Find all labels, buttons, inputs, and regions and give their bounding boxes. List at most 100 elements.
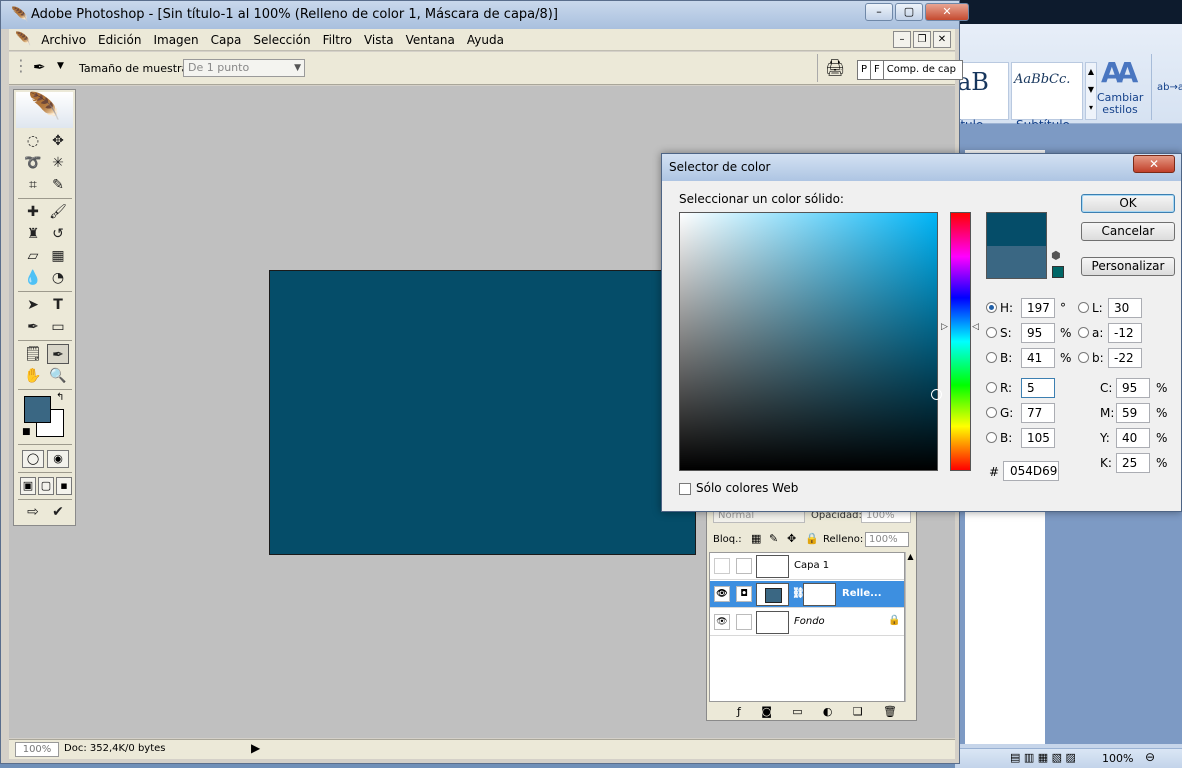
style-gallery-scroll[interactable]: ▲ ▼ ▾ bbox=[1085, 62, 1097, 120]
menu-archivo[interactable]: Archivo bbox=[35, 33, 92, 47]
marquee-tool-icon[interactable]: ◌ bbox=[22, 131, 44, 151]
green-radio[interactable] bbox=[986, 407, 997, 418]
hue-input[interactable]: 197 bbox=[1021, 298, 1055, 318]
foreground-color-swatch[interactable] bbox=[24, 396, 51, 423]
new-group-icon[interactable]: ▭ bbox=[792, 705, 802, 719]
sample-size-select[interactable]: De 1 punto ▼ bbox=[183, 59, 305, 77]
lock-position-icon[interactable]: ✥ bbox=[787, 532, 796, 545]
layer-row-capa-1[interactable]: Capa 1 bbox=[710, 553, 904, 580]
layers-scrollbar[interactable]: ▲ bbox=[905, 552, 915, 702]
change-styles-icon[interactable]: AA bbox=[1101, 56, 1138, 89]
new-adjustment-layer-icon[interactable]: ◐ bbox=[823, 705, 833, 719]
pen-tool-icon[interactable]: ✒ bbox=[22, 317, 44, 337]
doc-restore-button[interactable]: ❐ bbox=[913, 31, 931, 48]
layer-row-fondo[interactable]: 👁 Fondo 🔒 bbox=[710, 609, 904, 636]
document-canvas[interactable] bbox=[269, 270, 696, 555]
eyedropper-icon[interactable]: ✒ bbox=[33, 58, 46, 76]
layer-style-icon[interactable]: ƒ bbox=[737, 705, 741, 719]
jump-to-imageready-icon[interactable]: ⇨ bbox=[22, 502, 44, 522]
blur-tool-icon[interactable]: 💧 bbox=[22, 268, 44, 288]
notes-tool-icon[interactable]: 🗒 bbox=[22, 344, 44, 364]
current-color-swatch[interactable] bbox=[986, 246, 1047, 279]
menu-imagen[interactable]: Imagen bbox=[147, 33, 204, 47]
cyan-input[interactable]: 95 bbox=[1116, 378, 1150, 398]
view-buttons-icon[interactable]: ▤ ▥ ▦ ▧ ▨ bbox=[1010, 751, 1076, 764]
magic-wand-tool-icon[interactable]: ✳ bbox=[47, 153, 69, 173]
swap-colors-icon[interactable]: ↰ bbox=[56, 392, 64, 403]
blue-input[interactable]: 105 bbox=[1021, 428, 1055, 448]
new-layer-icon[interactable]: ❑ bbox=[853, 705, 863, 719]
history-brush-tool-icon[interactable]: ↺ bbox=[47, 224, 69, 244]
gradient-tool-icon[interactable]: ▦ bbox=[47, 246, 69, 266]
layer-row-fill-color[interactable]: 👁 ◘ ⛓ Relle... bbox=[710, 581, 904, 608]
brightness-radio[interactable] bbox=[986, 352, 997, 363]
layer-mask-thumbnail[interactable] bbox=[803, 583, 836, 606]
document-icon[interactable]: 🪶 bbox=[15, 32, 31, 47]
lab-a-radio[interactable] bbox=[1078, 327, 1089, 338]
menu-ventana[interactable]: Ventana bbox=[400, 33, 461, 47]
menu-edicion[interactable]: Edición bbox=[92, 33, 147, 47]
saturation-input[interactable]: 95 bbox=[1021, 323, 1055, 343]
eraser-tool-icon[interactable]: ▱ bbox=[22, 246, 44, 266]
doc-close-button[interactable]: ✕ bbox=[933, 31, 951, 48]
tool-preset-arrow-icon[interactable]: ▼ bbox=[57, 61, 64, 71]
black-input[interactable]: 25 bbox=[1116, 453, 1150, 473]
custom-button[interactable]: Personalizar bbox=[1081, 257, 1175, 276]
replace-icon[interactable]: ab→ac bbox=[1157, 82, 1182, 93]
dialog-titlebar[interactable]: Selector de color ✕ bbox=[662, 154, 1181, 181]
web-colors-only-checkbox[interactable] bbox=[679, 483, 691, 495]
lab-b-input[interactable]: -22 bbox=[1108, 348, 1142, 368]
dodge-tool-icon[interactable]: ◔ bbox=[47, 268, 69, 288]
palette-tab-layer-comps[interactable]: Comp. de cap bbox=[884, 61, 959, 79]
slice-tool-icon[interactable]: ✎ bbox=[47, 175, 69, 195]
zoom-field[interactable]: 100% bbox=[15, 742, 59, 757]
menu-capa[interactable]: Capa bbox=[205, 33, 248, 47]
trash-icon[interactable]: 🗑 bbox=[883, 705, 897, 719]
hue-radio[interactable] bbox=[986, 302, 997, 313]
standard-screen-mode-button[interactable]: ▣ bbox=[20, 477, 36, 495]
lock-all-icon[interactable]: 🔒 bbox=[805, 532, 819, 545]
add-mask-icon[interactable]: ◙ bbox=[761, 705, 772, 719]
type-tool-icon[interactable]: T bbox=[47, 295, 69, 315]
lab-l-input[interactable]: 30 bbox=[1108, 298, 1142, 318]
color-field[interactable] bbox=[679, 212, 942, 471]
cancel-button[interactable]: Cancelar bbox=[1081, 222, 1175, 241]
out-of-gamut-cube-icon[interactable]: ⬢ bbox=[1051, 249, 1061, 262]
zoom-tool-icon[interactable]: 🔍 bbox=[47, 366, 69, 386]
lab-l-radio[interactable] bbox=[1078, 302, 1089, 313]
visibility-toggle[interactable] bbox=[714, 558, 730, 574]
layer-link-toggle[interactable] bbox=[736, 614, 752, 630]
lasso-tool-icon[interactable]: ➰ bbox=[22, 153, 44, 173]
file-browser-icon[interactable]: 🖨 bbox=[825, 58, 845, 77]
yellow-input[interactable]: 40 bbox=[1116, 428, 1150, 448]
lock-pixels-icon[interactable]: ✎ bbox=[769, 532, 778, 545]
hue-slider-arrow-right-icon[interactable]: ◁ bbox=[972, 322, 979, 332]
hex-input[interactable]: 054D69 bbox=[1003, 461, 1059, 481]
doc-minimize-button[interactable]: – bbox=[893, 31, 911, 48]
healing-brush-tool-icon[interactable]: ✚ bbox=[22, 202, 44, 222]
lab-a-input[interactable]: -12 bbox=[1108, 323, 1142, 343]
eye-icon[interactable]: 👁 bbox=[714, 586, 730, 602]
magenta-input[interactable]: 59 bbox=[1116, 403, 1150, 423]
red-input[interactable]: 5 bbox=[1021, 378, 1055, 398]
shape-tool-icon[interactable]: ▭ bbox=[47, 317, 69, 337]
clone-stamp-tool-icon[interactable]: ♜ bbox=[22, 224, 44, 244]
ok-button[interactable]: OK bbox=[1081, 194, 1175, 213]
color-field-cursor[interactable] bbox=[931, 389, 942, 400]
layer-link-toggle[interactable] bbox=[736, 558, 752, 574]
path-selection-tool-icon[interactable]: ➤ bbox=[22, 295, 44, 315]
hue-slider[interactable] bbox=[950, 212, 971, 471]
full-screen-menu-mode-button[interactable]: ▢ bbox=[38, 477, 54, 495]
full-screen-mode-button[interactable]: ▪ bbox=[56, 477, 72, 495]
fill-field[interactable]: 100% bbox=[865, 532, 909, 547]
change-styles-button[interactable]: Cambiar estilos bbox=[1097, 92, 1143, 116]
menu-vista[interactable]: Vista bbox=[358, 33, 400, 47]
menu-filtro[interactable]: Filtro bbox=[317, 33, 358, 47]
close-button[interactable]: ✕ bbox=[925, 3, 969, 21]
blue-radio[interactable] bbox=[986, 432, 997, 443]
palette-tab-f[interactable]: F bbox=[871, 61, 884, 79]
lock-transparency-icon[interactable]: ▦ bbox=[751, 532, 761, 545]
edit-in-imageready-icon[interactable]: ✔ bbox=[47, 502, 69, 522]
status-menu-arrow-icon[interactable]: ▶ bbox=[251, 741, 260, 755]
green-input[interactable]: 77 bbox=[1021, 403, 1055, 423]
